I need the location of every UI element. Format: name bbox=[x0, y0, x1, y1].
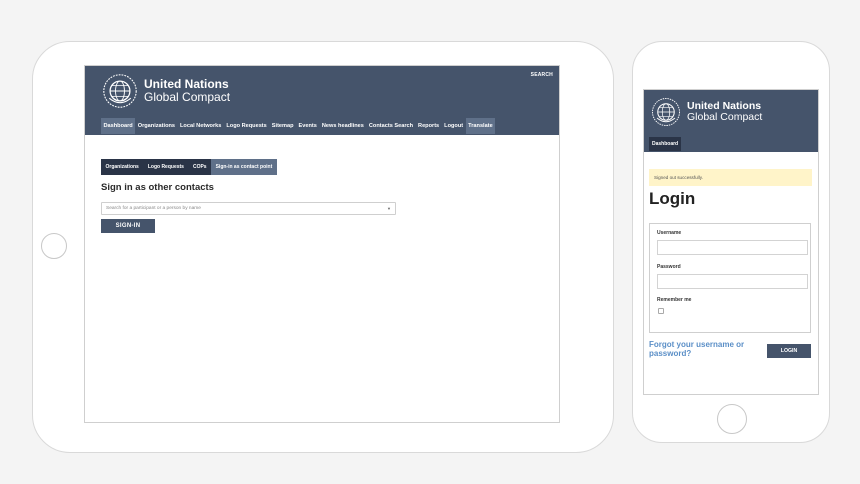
remember-me-label: Remember me bbox=[657, 297, 692, 303]
phone-screen: United Nations Global Compact Dashboard … bbox=[643, 89, 819, 395]
chevron-down-icon: ▼ bbox=[387, 206, 391, 211]
forgot-credentials-link[interactable]: Forgot your username or password? bbox=[649, 340, 757, 358]
mobile-brand-text: United Nations Global Compact bbox=[687, 100, 763, 123]
subnav-item-logo-requests[interactable]: Logo Requests bbox=[143, 159, 188, 175]
password-label: Password bbox=[657, 264, 681, 270]
nav-item-logout[interactable]: Logout bbox=[442, 118, 466, 134]
mobile-site-header: United Nations Global Compact Dashboard bbox=[644, 90, 818, 152]
login-button[interactable]: LOGIN bbox=[767, 344, 811, 358]
search-link[interactable]: SEARCH bbox=[531, 72, 553, 78]
nav-item-sitemap[interactable]: Sitemap bbox=[269, 118, 296, 134]
nav-item-local-networks[interactable]: Local Networks bbox=[178, 118, 224, 134]
password-field[interactable] bbox=[657, 274, 808, 289]
login-form: Username Password Remember me bbox=[649, 223, 811, 333]
search-select-placeholder: Search for a participant or a person by … bbox=[106, 206, 201, 211]
page-title: Sign in as other contacts bbox=[101, 182, 214, 193]
un-global-compact-emblem-icon bbox=[652, 98, 680, 126]
subnav-item-cops[interactable]: COPs bbox=[188, 159, 211, 175]
mobile-brand-logo[interactable]: United Nations Global Compact bbox=[651, 97, 762, 127]
username-label: Username bbox=[657, 230, 682, 236]
participant-search-select[interactable]: Search for a participant or a person by … bbox=[101, 202, 396, 215]
nav-item-logo-requests[interactable]: Logo Requests bbox=[224, 118, 269, 134]
mobile-nav-item-dashboard[interactable]: Dashboard bbox=[649, 137, 682, 151]
nav-item-events[interactable]: Events bbox=[296, 118, 319, 134]
main-nav: Dashboard Organizations Local Networks L… bbox=[101, 118, 496, 134]
subnav-item-organizations[interactable]: Organizations bbox=[101, 159, 143, 175]
nav-item-contacts-search[interactable]: Contacts Search bbox=[366, 118, 415, 134]
mobile-brand-subtitle: Global Compact bbox=[687, 111, 763, 123]
site-header: United Nations Global Compact SEARCH Das… bbox=[85, 66, 559, 135]
mobile-nav: Dashboard bbox=[649, 137, 682, 151]
tablet-screen: United Nations Global Compact SEARCH Das… bbox=[84, 65, 560, 423]
sign-in-button[interactable]: SIGN-IN bbox=[101, 219, 155, 233]
brand-text: United Nations Global Compact bbox=[144, 78, 230, 103]
brand-logo[interactable]: United Nations Global Compact bbox=[102, 73, 230, 109]
phone-home-button bbox=[717, 404, 747, 434]
nav-item-dashboard[interactable]: Dashboard bbox=[101, 118, 136, 134]
login-title: Login bbox=[649, 189, 696, 208]
sub-nav: Organizations Logo Requests COPs Sign-in… bbox=[101, 159, 277, 175]
nav-item-translate[interactable]: Translate bbox=[465, 118, 496, 134]
subnav-item-sign-in-as-contact-point[interactable]: Sign-in as contact point bbox=[211, 159, 277, 175]
brand-subtitle: Global Compact bbox=[144, 90, 231, 104]
nav-item-news-headlines[interactable]: News headlines bbox=[319, 118, 366, 134]
nav-item-organizations[interactable]: Organizations bbox=[135, 118, 177, 134]
remember-me-checkbox[interactable] bbox=[658, 308, 664, 314]
nav-item-reports[interactable]: Reports bbox=[416, 118, 442, 134]
signed-out-alert: Signed out successfully. bbox=[649, 169, 812, 186]
tablet-home-button bbox=[41, 233, 67, 259]
username-field[interactable] bbox=[657, 240, 808, 255]
un-global-compact-emblem-icon bbox=[103, 74, 137, 108]
